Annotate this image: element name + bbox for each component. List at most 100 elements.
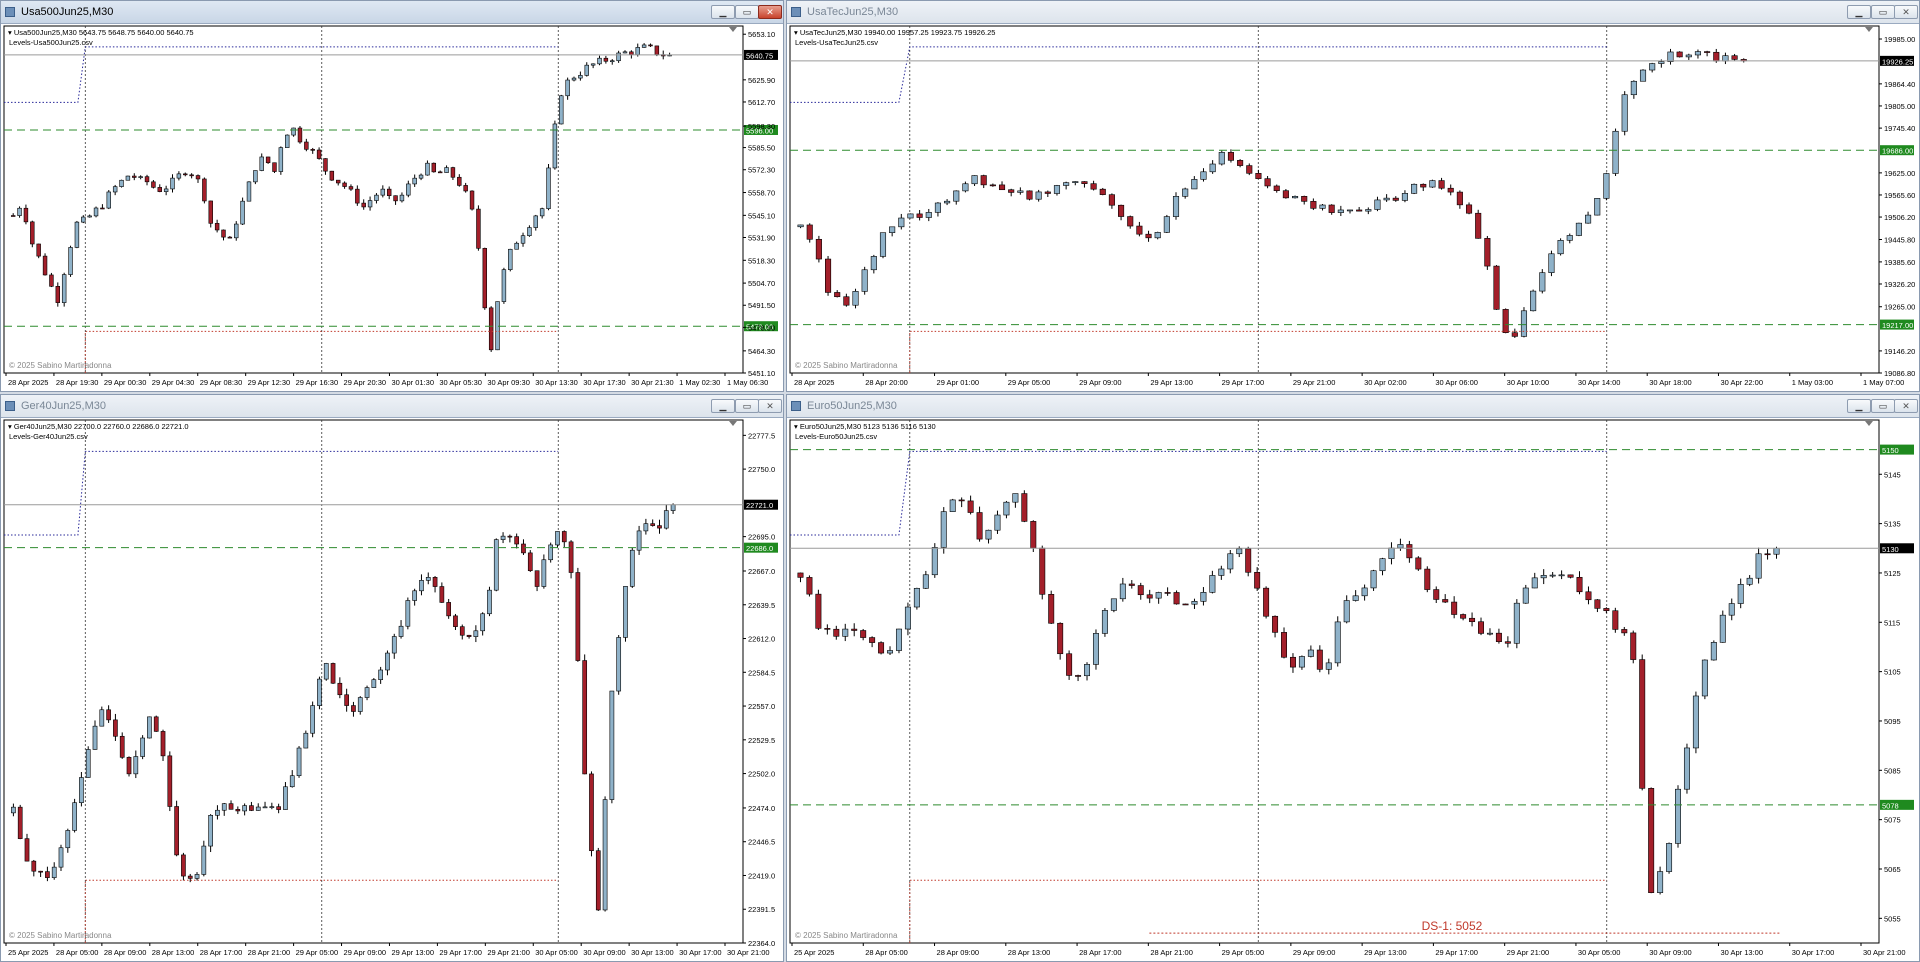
candle-body [259, 156, 264, 171]
candle-body [17, 207, 22, 216]
x-tick-label: 29 Apr 21:00 [1507, 948, 1550, 957]
candle-body [1486, 632, 1493, 635]
chart-window-usa500[interactable]: Usa500Jun25,M30 ▁ ▭ ✕ 5596.00 5479.00 5653… [0, 0, 784, 392]
candle-body [1282, 190, 1289, 199]
y-tick-label: 5451.10 [748, 369, 775, 378]
candle-body [1719, 614, 1726, 643]
candle-body [1667, 51, 1674, 62]
y-tick-label: 22557.0 [748, 702, 775, 711]
candle-body [1227, 553, 1234, 570]
y-tick-label: 5531.90 [748, 233, 775, 242]
candle-body [405, 600, 411, 627]
candle-body [1456, 191, 1463, 206]
candle-body [234, 223, 239, 239]
candle-body [1451, 601, 1458, 615]
candle-body [1057, 622, 1064, 655]
candle-body [466, 634, 472, 637]
y-tick-label: 22391.5 [748, 905, 775, 914]
minimize-button[interactable]: ▁ [711, 399, 735, 413]
y-tick-label: 22667.0 [748, 567, 775, 576]
chart-window-euro50[interactable]: Euro50Jun25,M30 ▁ ▭ ✕ 5150 5078 5145 5135 51… [786, 394, 1920, 962]
candle-body [1675, 788, 1682, 844]
chart-window-ger40[interactable]: Ger40Jun25,M30 ▁ ▭ ✕ 22686.0 22777.5 22750… [0, 394, 784, 962]
x-tick-label: 29 Apr 21:00 [487, 948, 530, 957]
candle-body [289, 775, 295, 788]
candle-body [195, 175, 201, 180]
candle-body [541, 559, 547, 587]
candle-body [227, 236, 233, 239]
maximize-button[interactable]: ▭ [1871, 5, 1895, 19]
candle-body [316, 149, 322, 159]
candle-body [1585, 214, 1592, 224]
candle-body [851, 628, 858, 631]
minimize-button[interactable]: ▁ [711, 5, 735, 19]
candle-body [176, 173, 182, 179]
symbol-info: ▾ Euro50Jun25,M30 5123 5136 5116 5130 [794, 422, 936, 431]
maximize-button[interactable]: ▭ [735, 399, 759, 413]
window-title: Ger40Jun25,M30 [21, 400, 106, 412]
ds-annotation: DS-1: 5052 [1422, 919, 1483, 933]
candle-body [1337, 209, 1344, 213]
candle-body [1289, 656, 1296, 668]
y-tick-label: 19864.40 [1884, 80, 1915, 89]
x-tick-label: 29 Apr 17:00 [1222, 378, 1265, 387]
candle-body [539, 208, 545, 217]
y-tick-label: 19805.00 [1884, 102, 1915, 111]
candle-body [1346, 209, 1354, 212]
candle-body [1273, 185, 1280, 191]
candle-body [1575, 222, 1582, 236]
close-button[interactable]: ✕ [1894, 5, 1918, 19]
current-price-label: 5130 [1882, 545, 1899, 554]
chart-window-usatec[interactable]: UsaTecJun25,M30 ▁ ▭ ✕ 19686.00 19217.00 19… [786, 0, 1920, 392]
candle-body [425, 162, 430, 176]
candle-body [61, 274, 67, 303]
window-titlebar[interactable]: Euro50Jun25,M30 ▁ ▭ ✕ [787, 395, 1919, 418]
candle-body [1154, 232, 1161, 239]
chart-canvas[interactable]: 19686.00 19217.00 19985.00 19864.40 19805.00… [787, 24, 1919, 391]
close-button[interactable]: ✕ [758, 5, 782, 19]
candle-body [1621, 629, 1628, 634]
candle-body [351, 705, 356, 712]
candle-body [99, 709, 105, 727]
close-button[interactable]: ✕ [1894, 399, 1918, 413]
candle-body [1737, 584, 1744, 604]
candle-body [183, 173, 188, 176]
minimize-button[interactable]: ▁ [1847, 5, 1871, 19]
window-titlebar[interactable]: Usa500Jun25,M30 ▁ ▭ ✕ [1, 1, 783, 24]
candle-body [269, 806, 275, 808]
minimize-button[interactable]: ▁ [1847, 399, 1871, 413]
candle-body [971, 175, 978, 185]
y-tick-label: 19745.40 [1884, 124, 1915, 133]
candle-body [1254, 571, 1261, 589]
x-tick-label: 28 Apr 09:00 [104, 948, 147, 957]
window-titlebar[interactable]: Ger40Jun25,M30 ▁ ▭ ✕ [1, 395, 783, 418]
candle-body [870, 256, 877, 271]
candle-body [806, 224, 813, 240]
symbol-info: ▾ UsaTecJun25,M30 19940.00 19957.25 1992… [794, 28, 995, 37]
chart-canvas[interactable]: 22686.0 22777.5 22750.0 22695.0 22667.0 22639… [1, 418, 783, 961]
candle-body [1465, 204, 1473, 214]
symbol-info: ▾ Ger40Jun25,M30 22700.0 22760.0 22686.0… [8, 422, 189, 431]
window-title: Euro50Jun25,M30 [807, 400, 897, 412]
close-button[interactable]: ✕ [758, 399, 782, 413]
candle-body [1209, 575, 1216, 593]
candle-body [571, 77, 577, 81]
candle-body [374, 194, 379, 201]
x-tick-label: 29 Apr 00:30 [104, 378, 147, 387]
candle-body [49, 274, 54, 287]
chart-canvas[interactable]: 5596.005479.005653.105625.905612.705598.… [1, 24, 783, 391]
candle-body [235, 809, 241, 812]
x-tick-label: 28 Apr 20:00 [865, 378, 908, 387]
candle-body [1163, 216, 1170, 233]
candle-body [1255, 173, 1262, 179]
candle-body [1191, 601, 1198, 605]
maximize-button[interactable]: ▭ [735, 5, 759, 19]
candle-body [616, 637, 622, 692]
candle-body [597, 57, 602, 65]
y-tick-label: 5558.70 [748, 189, 775, 198]
window-titlebar[interactable]: UsaTecJun25,M30 ▁ ▭ ✕ [787, 1, 1919, 24]
x-tick-label: 28 Apr 17:00 [1079, 948, 1122, 957]
maximize-button[interactable]: ▭ [1871, 399, 1895, 413]
chart-canvas[interactable]: 5150 5078 5145 5135 5125 5115 5105 5095 5085 5075… [787, 418, 1919, 961]
x-tick-label: 28 Apr 13:00 [1008, 948, 1051, 957]
